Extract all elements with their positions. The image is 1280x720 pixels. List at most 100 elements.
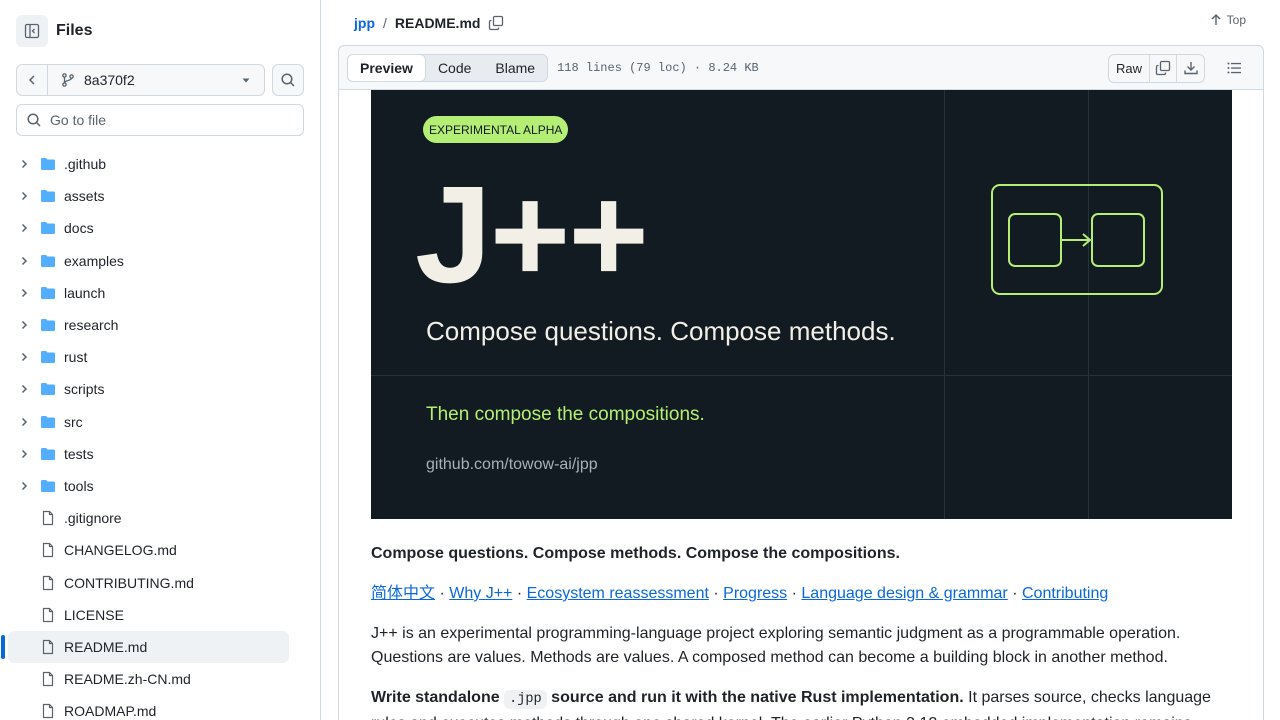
file-action-group: Raw <box>1108 53 1205 83</box>
tree-folder[interactable]: .github <box>8 148 289 180</box>
tree-file[interactable]: .gitignore <box>8 502 289 534</box>
branch-select[interactable]: 8a370f2 <box>48 65 264 95</box>
readme-intro: J++ is an experimental programming-langu… <box>371 625 1181 666</box>
tree-folder-label: launch <box>64 284 106 301</box>
sidebar-header: Files <box>16 15 92 47</box>
file-icon <box>42 575 54 590</box>
tree-file-label: README.zh-CN.md <box>64 671 191 688</box>
folder-icon <box>41 158 55 171</box>
tab-preview[interactable]: Preview <box>347 53 426 82</box>
tree-folder[interactable]: launch <box>8 277 289 309</box>
tree-file[interactable]: LICENSE <box>8 599 289 631</box>
breadcrumb-repo-link[interactable]: jpp <box>354 15 375 31</box>
tab-blame[interactable]: Blame <box>483 55 547 81</box>
tree-file-label: CHANGELOG.md <box>64 542 177 559</box>
tree-folder-label: rust <box>64 349 88 366</box>
link-ecosystem[interactable]: Ecosystem reassessment <box>527 585 709 602</box>
breadcrumb-separator: / <box>383 14 387 31</box>
tree-file-label: ROADMAP.md <box>64 703 157 720</box>
tree-folder-label: research <box>64 317 119 334</box>
collapse-sidebar-button[interactable] <box>16 15 48 47</box>
file-header: Preview Code Blame 118 lines (79 loc) · … <box>338 45 1264 90</box>
banner-url: github.com/towow-ai/jpp <box>426 456 598 473</box>
tree-folder-label: examples <box>64 252 124 269</box>
tree-folder-label: .github <box>64 156 107 173</box>
link-language-design[interactable]: Language design & grammar <box>801 585 1007 602</box>
search-icon <box>27 113 41 127</box>
file-icon <box>42 704 54 719</box>
copy-icon <box>1155 60 1171 76</box>
git-branch-icon <box>62 73 74 87</box>
tree-folder-label: assets <box>64 188 105 205</box>
link-separator: · <box>791 585 797 602</box>
tree-file[interactable]: ROADMAP.md <box>8 695 289 720</box>
download-button[interactable] <box>1177 55 1204 82</box>
link-separator: · <box>1012 585 1018 602</box>
banner-grid-line <box>944 90 945 519</box>
tree-folder[interactable]: rust <box>8 341 289 373</box>
chevron-right-icon <box>16 480 32 492</box>
chevron-right-icon <box>16 190 32 202</box>
tree-folder[interactable]: src <box>8 406 289 438</box>
link-progress[interactable]: Progress <box>723 585 787 602</box>
tree-file[interactable]: README.zh-CN.md <box>8 663 289 695</box>
caret-down-icon <box>242 78 250 83</box>
file-icon <box>42 639 54 655</box>
banner-grid-line <box>1088 90 1089 519</box>
tree-file-label: CONTRIBUTING.md <box>64 574 194 591</box>
chevron-right-icon <box>16 255 32 267</box>
readme-banner-image: EXPERIMENTAL ALPHA J++ Compose questions… <box>371 90 1232 519</box>
standalone-bold-1: Write standalone <box>371 689 500 706</box>
tree-file[interactable]: CONTRIBUTING.md <box>8 566 289 598</box>
tree-file-active[interactable]: README.md <box>1 630 289 663</box>
copy-path-button[interactable] <box>488 15 504 31</box>
tree-folder[interactable]: research <box>8 309 289 341</box>
copy-icon <box>489 15 504 30</box>
chevron-right-icon <box>16 287 32 299</box>
tree-file[interactable]: CHANGELOG.md <box>8 534 289 566</box>
go-to-file-input[interactable] <box>50 112 290 128</box>
chevron-right-icon <box>16 383 32 395</box>
arrow-up-icon <box>1211 14 1221 25</box>
folder-icon <box>41 383 55 396</box>
file-icon <box>42 671 54 687</box>
top-label: Top <box>1226 13 1246 27</box>
top-button[interactable]: Top <box>1209 13 1246 27</box>
tree-folder[interactable]: docs <box>8 212 289 244</box>
branch-name: 8a370f2 <box>84 72 135 88</box>
tree-folder[interactable]: tests <box>8 438 289 470</box>
tree-folder-label: scripts <box>64 381 105 398</box>
back-button[interactable] <box>17 65 48 95</box>
tree-folder[interactable]: examples <box>8 245 289 277</box>
standalone-bold-2: source and run it with the native Rust i… <box>551 689 964 706</box>
chevron-right-icon <box>16 158 32 170</box>
tree-folder[interactable]: assets <box>8 180 289 212</box>
view-mode-tabs: Preview Code Blame <box>347 53 549 82</box>
folder-icon <box>41 447 55 460</box>
folder-icon <box>41 190 55 203</box>
tree-folder[interactable]: tools <box>8 470 289 502</box>
chevron-right-icon <box>16 351 32 363</box>
file-meta: 118 lines (79 loc) · 8.24 KB <box>557 60 759 75</box>
download-icon <box>1183 62 1198 75</box>
tree-folder[interactable]: scripts <box>8 373 289 405</box>
folder-icon <box>41 479 55 492</box>
link-why-jpp[interactable]: Why J++ <box>449 585 512 602</box>
readme-nav-links: 简体中文 · Why J++ · Ecosystem reassessment … <box>371 582 1233 606</box>
link-separator: · <box>439 585 445 602</box>
outline-button[interactable] <box>1219 53 1249 83</box>
link-chinese[interactable]: 简体中文 <box>371 585 435 602</box>
folder-icon <box>41 415 55 428</box>
tab-code[interactable]: Code <box>426 55 483 81</box>
sidebar-collapse-icon <box>24 23 40 39</box>
tree-file-label: README.md <box>64 638 148 655</box>
link-contributing[interactable]: Contributing <box>1022 585 1108 602</box>
chevron-left-icon <box>28 75 35 85</box>
sidebar-title: Files <box>56 22 93 39</box>
raw-button[interactable]: Raw <box>1109 54 1150 82</box>
copy-raw-button[interactable] <box>1150 54 1177 82</box>
chevron-right-icon <box>16 222 32 234</box>
chevron-right-icon <box>16 416 32 428</box>
file-tree: .github assets docs examples launch rese… <box>1 148 313 720</box>
search-button[interactable] <box>272 64 304 96</box>
